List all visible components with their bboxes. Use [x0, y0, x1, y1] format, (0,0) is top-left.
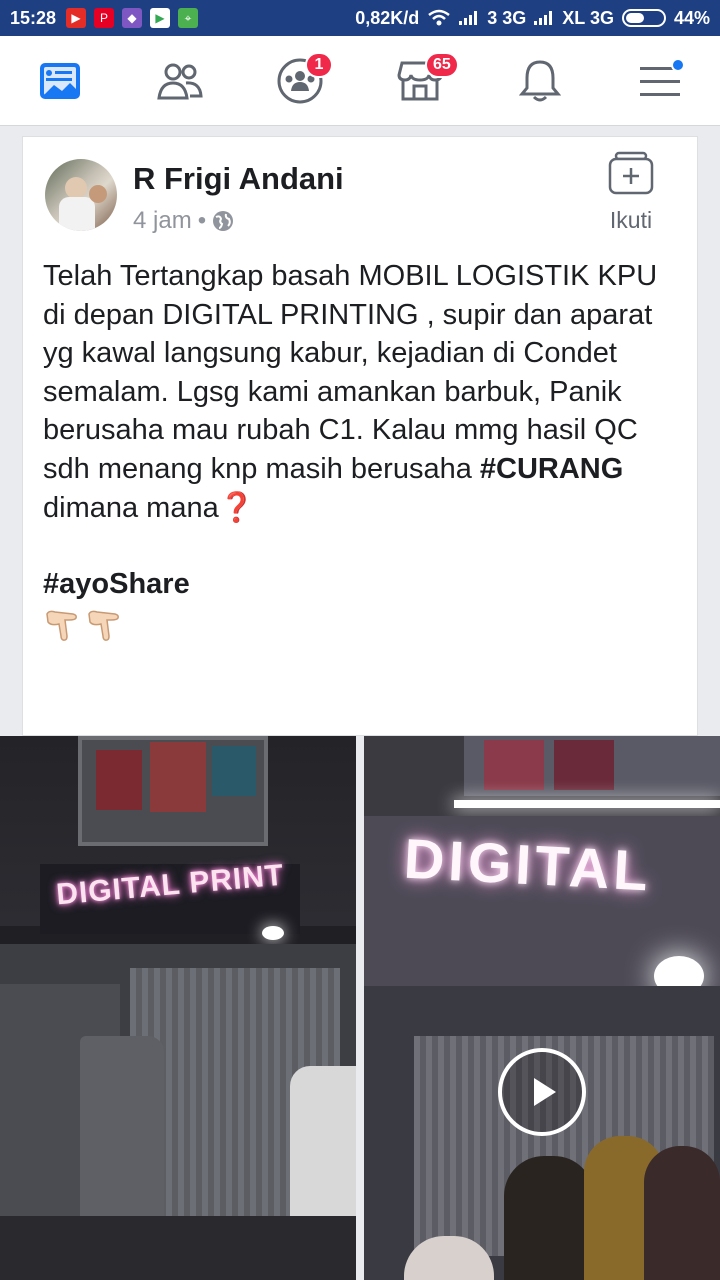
pinterest-icon: P — [94, 8, 115, 28]
nav-menu[interactable] — [625, 46, 695, 116]
network-speed: 0,82K/d — [355, 7, 420, 28]
menu-notification-dot — [671, 57, 685, 72]
question-emoji: ❓ — [218, 491, 255, 524]
nav-notifications[interactable] — [505, 46, 575, 116]
marketplace-badge: 65 — [425, 51, 459, 78]
nav-friends[interactable] — [145, 46, 215, 116]
wifi-icon — [428, 9, 451, 26]
battery-icon — [621, 9, 666, 27]
status-time: 15:28 — [10, 7, 57, 28]
maps-icon: ⌖ — [178, 8, 199, 28]
post-time[interactable]: 4 jam — [133, 207, 192, 235]
post-text: Telah Tertangkap basah MOBIL LOGISTIK KP… — [43, 260, 658, 524]
meta-separator: • — [197, 207, 207, 234]
avatar[interactable] — [45, 159, 117, 231]
battery-level: 44% — [673, 7, 710, 28]
play-icon — [534, 1078, 556, 1106]
friends-icon — [157, 63, 203, 99]
play-button[interactable] — [498, 1048, 586, 1136]
hashtag-ayoshare[interactable]: #ayoShare — [43, 565, 683, 604]
bell-icon — [519, 59, 561, 101]
follow-label: Ikuti — [609, 207, 653, 233]
follow-icon — [608, 151, 654, 195]
nav-groups[interactable]: 1 — [265, 46, 335, 116]
signal-icon — [459, 11, 479, 25]
pointing-down-icon — [46, 610, 77, 641]
youtube-icon: ▶ — [66, 8, 87, 28]
nav-marketplace[interactable]: 65 — [385, 46, 459, 116]
video-sign: DIGITAL — [402, 826, 654, 903]
network-2: XL 3G — [562, 7, 614, 28]
pointing-down-icon — [88, 610, 119, 641]
network-1: 3 3G — [487, 7, 527, 28]
signal-icon — [534, 11, 554, 25]
app-icon: ◆ — [122, 8, 143, 28]
news-feed-icon — [40, 62, 80, 99]
pointing-emojis — [43, 606, 683, 644]
nav-bar: 1 65 — [0, 36, 720, 126]
nav-news-feed[interactable] — [25, 46, 95, 116]
post-author[interactable]: R Frigi Andani — [133, 161, 344, 197]
post-meta: 4 jam • — [133, 207, 234, 235]
play-store-icon: ▶ — [150, 8, 171, 28]
follow-button[interactable]: Ikuti — [601, 151, 661, 234]
post-video[interactable]: DIGITAL — [364, 736, 720, 1280]
groups-badge: 1 — [305, 51, 333, 78]
post-card: R Frigi Andani 4 jam • Ikuti Telah Terta… — [22, 136, 698, 736]
post-body: Telah Tertangkap basah MOBIL LOGISTIK KP… — [43, 257, 683, 644]
post-photo[interactable]: DIGITAL PRINT — [0, 736, 356, 1280]
globe-icon — [213, 211, 234, 231]
hashtag-curang[interactable]: #CURANG — [480, 453, 623, 485]
status-bar: 15:28 ▶ P ◆ ▶ ⌖ 0,82K/d 3 3G XL 3G 44% — [0, 0, 720, 36]
